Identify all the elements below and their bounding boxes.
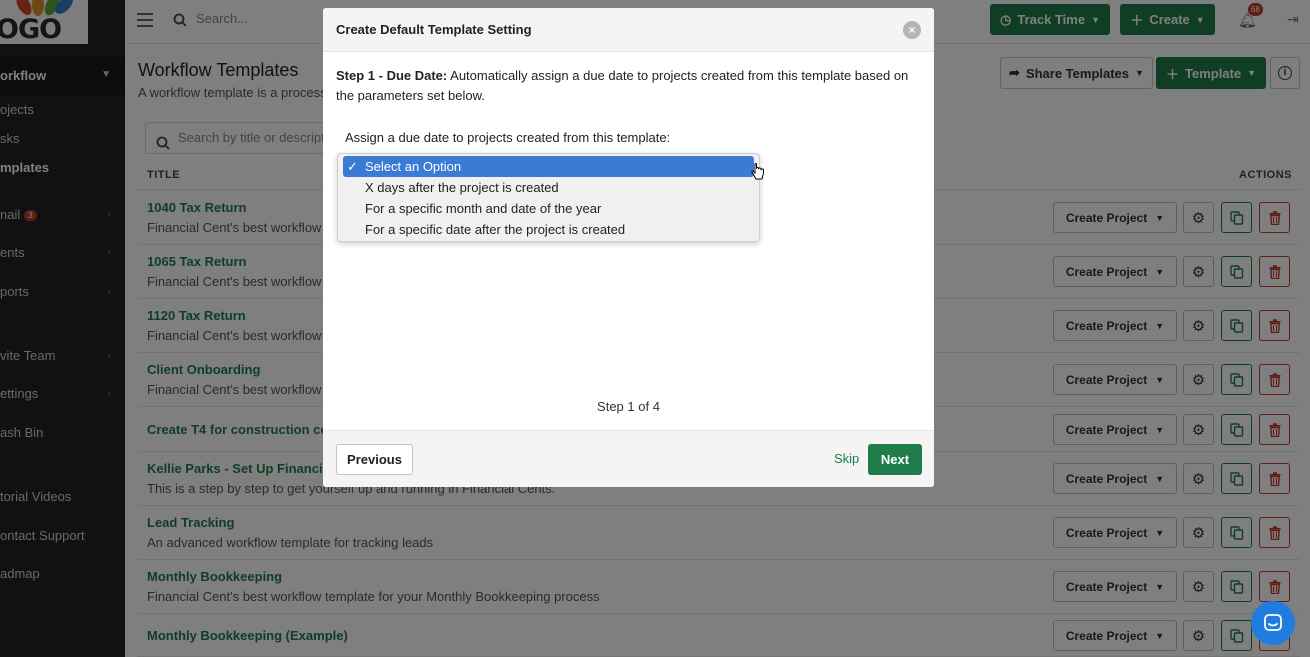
option-specific-month-date[interactable]: For a specific month and date of the yea… — [343, 198, 754, 219]
option-label: Select an Option — [365, 159, 462, 174]
option-x-days-after[interactable]: X days after the project is created — [343, 177, 754, 198]
chat-icon — [1264, 614, 1282, 631]
hand-cursor-icon — [751, 163, 765, 186]
close-icon[interactable]: × — [903, 21, 921, 39]
next-button[interactable]: Next — [868, 444, 922, 475]
modal-footer: Previous Skip Next — [323, 430, 934, 487]
modal-header: Create Default Template Setting × — [323, 8, 934, 52]
step-label: Step 1 - Due Date: — [336, 68, 448, 83]
template-setting-modal: Create Default Template Setting × Step 1… — [323, 8, 934, 487]
step-description: Step 1 - Due Date: Automatically assign … — [336, 66, 921, 106]
option-select-an-option[interactable]: ✓ Select an Option — [343, 156, 754, 177]
previous-button[interactable]: Previous — [336, 444, 413, 475]
step-count: Step 1 of 4 — [597, 399, 660, 414]
due-date-select-dropdown[interactable]: ✓ Select an Option X days after the proje… — [337, 153, 760, 242]
assign-due-date-label: Assign a due date to projects created fr… — [345, 130, 671, 145]
option-specific-date-after[interactable]: For a specific date after the project is… — [343, 219, 754, 240]
skip-button[interactable]: Skip — [834, 451, 859, 466]
checkmark-icon: ✓ — [347, 159, 358, 174]
chat-launcher-button[interactable] — [1251, 601, 1295, 645]
modal-title: Create Default Template Setting — [336, 22, 532, 37]
